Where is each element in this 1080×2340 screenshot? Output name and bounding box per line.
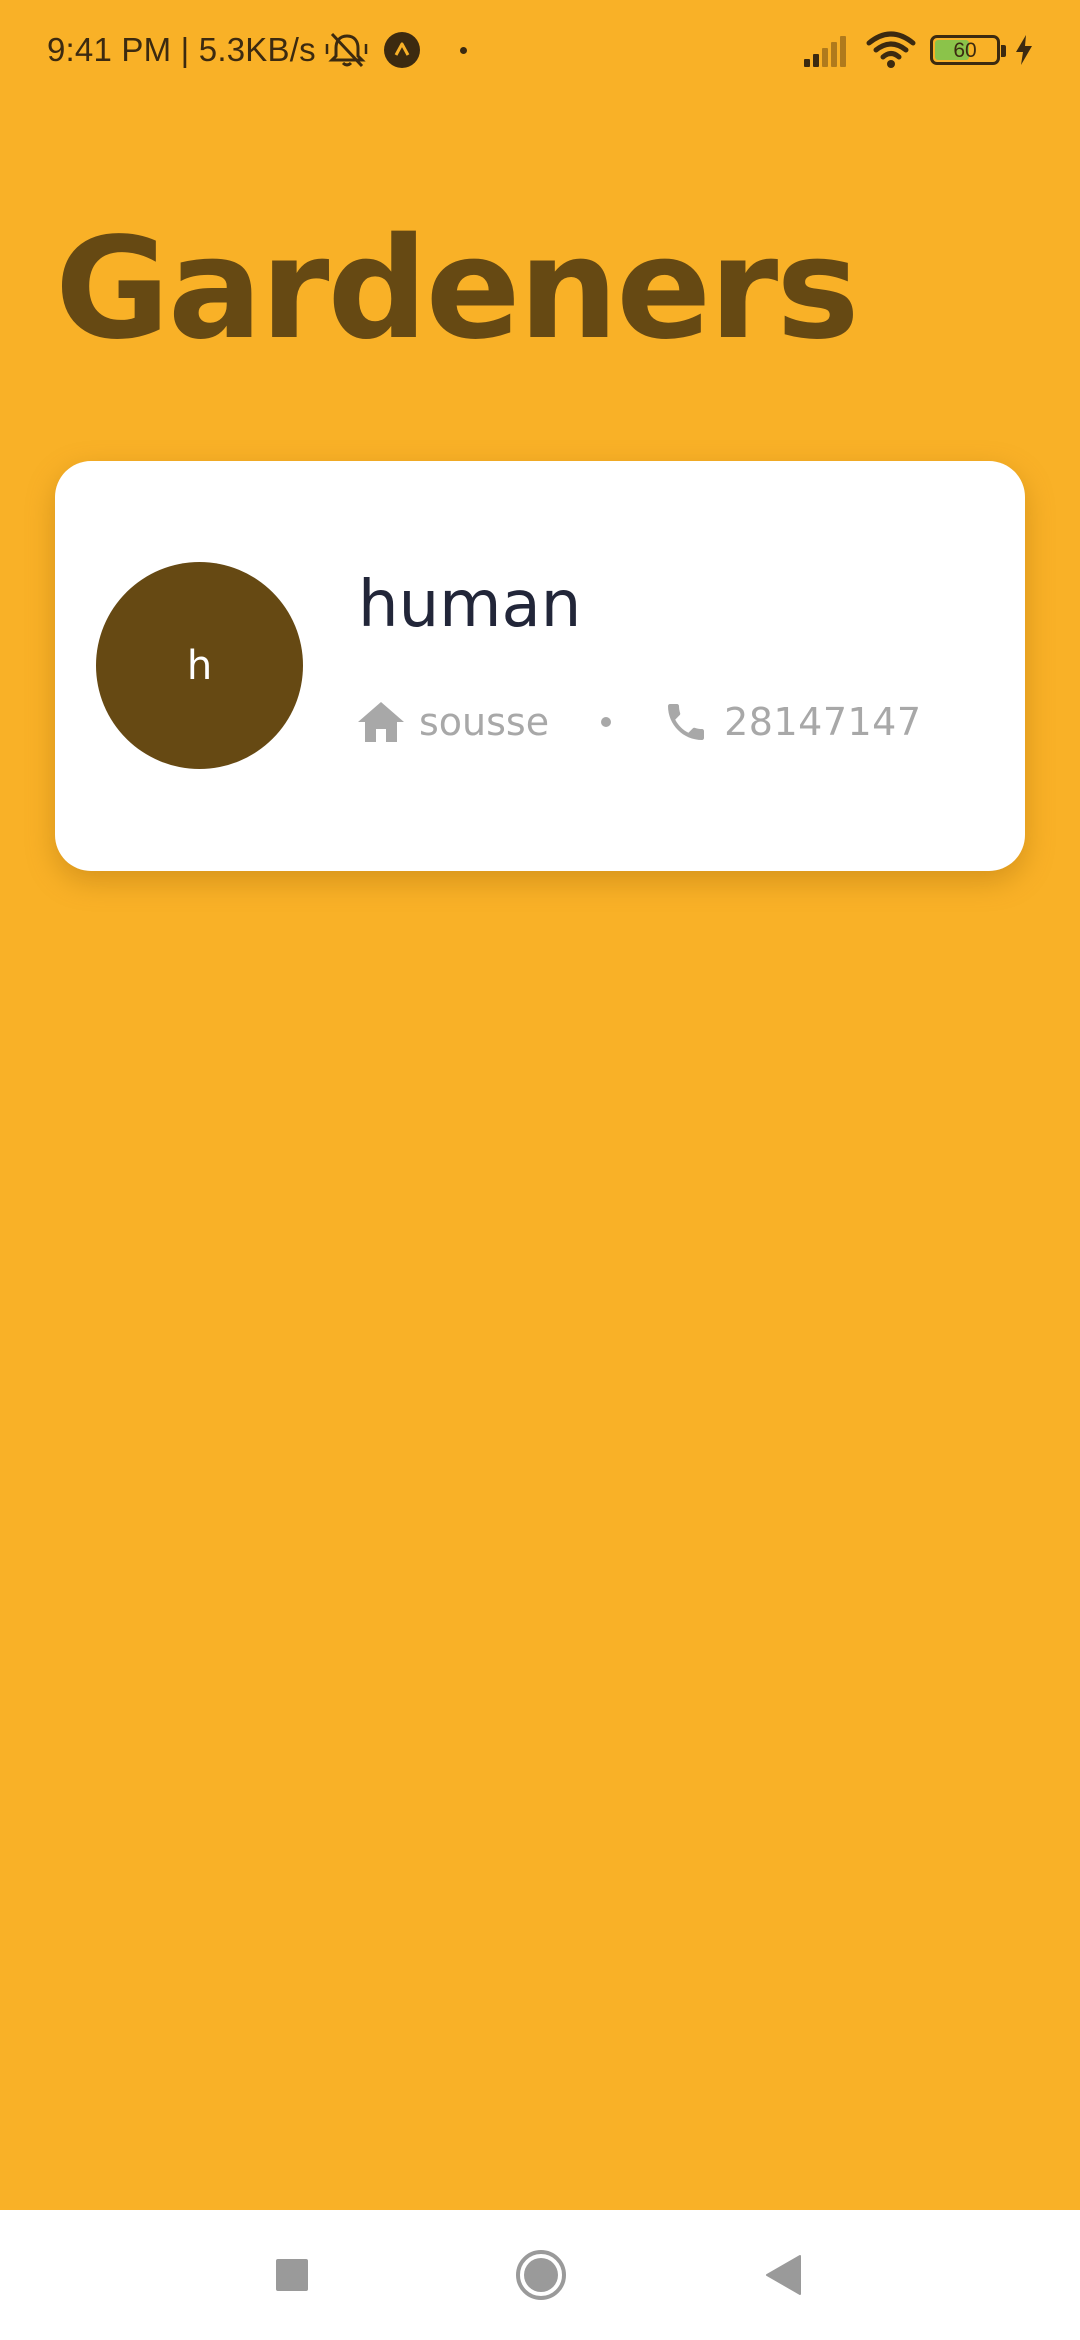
home-icon: [358, 702, 404, 742]
home-circle-icon: [516, 2250, 566, 2300]
signal-icon: [804, 36, 846, 67]
gardener-phone: 28147147: [724, 700, 922, 744]
battery-level: 60: [953, 38, 977, 62]
charging-icon: [1016, 35, 1032, 65]
recents-square-icon: [276, 2259, 308, 2291]
recents-button[interactable]: [232, 2210, 352, 2340]
gardener-card[interactable]: h human sousse 28147147: [55, 461, 1025, 871]
status-bar: 9:41 PM | 5.3KB/s 60: [0, 0, 1080, 100]
page-title: Gardeners: [55, 208, 860, 371]
battery-icon: 60: [930, 35, 1006, 65]
phone-icon: [668, 704, 705, 740]
gardener-meta: sousse 28147147: [356, 695, 922, 749]
gardener-name: human: [358, 568, 582, 642]
wifi-icon: [866, 31, 916, 68]
dot-icon: [459, 46, 467, 54]
bell-off-icon: [325, 32, 368, 68]
separator-dot: [601, 717, 612, 727]
home-button[interactable]: [481, 2210, 601, 2340]
status-left: 9:41 PM | 5.3KB/s: [47, 26, 467, 74]
app-a-icon: [383, 32, 420, 68]
status-right: 60: [802, 28, 1034, 72]
status-time-speed: 9:41 PM | 5.3KB/s: [47, 31, 316, 68]
back-triangle-icon: [766, 2255, 801, 2295]
back-button[interactable]: [724, 2210, 844, 2340]
avatar: h: [96, 562, 303, 769]
gardener-city: sousse: [419, 700, 550, 744]
navigation-bar: [0, 2210, 1080, 2340]
